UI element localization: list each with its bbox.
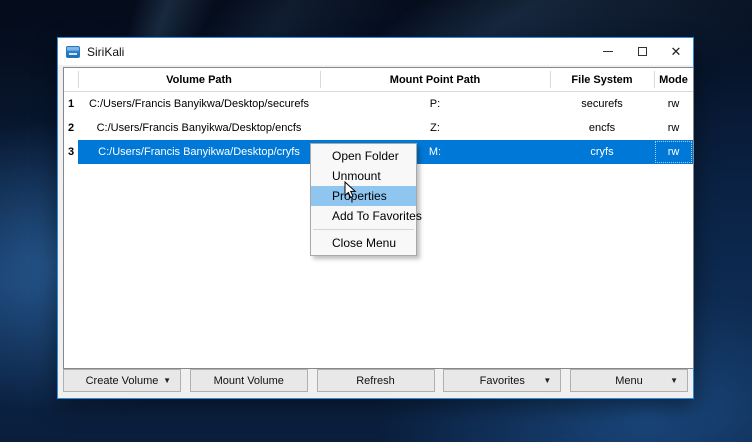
refresh-button[interactable]: Refresh: [317, 369, 435, 392]
file-system-cell[interactable]: encfs: [550, 116, 654, 140]
table-row[interactable]: 1 C:/Users/Francis Banyikwa/Desktop/secu…: [64, 92, 693, 116]
mode-cell[interactable]: rw: [654, 116, 693, 140]
window-title: SiriKali: [87, 45, 124, 59]
favorites-label: Favorites: [480, 375, 525, 387]
mode-cell[interactable]: rw: [654, 140, 693, 164]
create-volume-label: Create Volume: [86, 375, 159, 387]
menu-separator: [313, 229, 414, 230]
mount-volume-label: Mount Volume: [214, 375, 284, 387]
file-system-cell[interactable]: securefs: [550, 92, 654, 116]
titlebar[interactable]: SiriKali ✕: [58, 38, 693, 65]
menu-item-add-to-favorites[interactable]: Add To Favorites: [311, 206, 416, 226]
column-header-mode[interactable]: Mode: [654, 68, 693, 91]
maximize-icon: [638, 47, 647, 56]
create-volume-button[interactable]: Create Volume ▼: [63, 369, 181, 392]
close-icon: ✕: [671, 44, 682, 60]
mode-cell[interactable]: rw: [654, 92, 693, 116]
mouse-cursor: [344, 181, 360, 199]
menu-item-close-menu[interactable]: Close Menu: [311, 233, 416, 253]
favorites-button[interactable]: Favorites ▼: [443, 369, 561, 392]
minimize-icon: [603, 51, 613, 52]
maximize-button[interactable]: [625, 38, 659, 65]
column-header-volume-path[interactable]: Volume Path: [78, 68, 320, 91]
corner-header-cell: [64, 68, 78, 91]
volume-path-cell[interactable]: C:/Users/Francis Banyikwa/Desktop/secure…: [78, 92, 320, 116]
row-number: 2: [64, 116, 78, 140]
table-header-row: Volume Path Mount Point Path File System…: [64, 68, 693, 92]
minimize-button[interactable]: [591, 38, 625, 65]
column-header-mount-point-path[interactable]: Mount Point Path: [320, 68, 550, 91]
app-icon: [66, 46, 80, 58]
refresh-label: Refresh: [356, 375, 395, 387]
column-header-file-system[interactable]: File System: [550, 68, 654, 91]
context-menu: Open Folder Unmount Properties Add To Fa…: [310, 143, 417, 256]
window-controls: ✕: [591, 38, 693, 65]
mount-volume-button[interactable]: Mount Volume: [190, 369, 308, 392]
menu-label: Menu: [615, 375, 643, 387]
menu-item-properties[interactable]: Properties: [311, 186, 416, 206]
row-number: 3: [64, 140, 78, 164]
menu-item-unmount[interactable]: Unmount: [311, 166, 416, 186]
file-system-cell[interactable]: cryfs: [550, 140, 654, 164]
mount-point-cell[interactable]: P:: [320, 92, 550, 116]
row-number: 1: [64, 92, 78, 116]
mount-point-cell[interactable]: Z:: [320, 116, 550, 140]
volume-path-cell[interactable]: C:/Users/Francis Banyikwa/Desktop/cryfs: [78, 140, 320, 164]
bottom-button-row: Create Volume ▼ Mount Volume Refresh Fav…: [63, 369, 688, 392]
dropdown-arrow-icon: ▼: [543, 377, 551, 385]
dropdown-arrow-icon: ▼: [163, 377, 171, 385]
menu-button[interactable]: Menu ▼: [570, 369, 688, 392]
desktop-background: { "window": { "title": "SiriKali", "cont…: [0, 0, 752, 442]
table-row[interactable]: 2 C:/Users/Francis Banyikwa/Desktop/encf…: [64, 116, 693, 140]
close-button[interactable]: ✕: [659, 38, 693, 65]
menu-item-open-folder[interactable]: Open Folder: [311, 146, 416, 166]
volume-path-cell[interactable]: C:/Users/Francis Banyikwa/Desktop/encfs: [78, 116, 320, 140]
dropdown-arrow-icon: ▼: [670, 377, 678, 385]
